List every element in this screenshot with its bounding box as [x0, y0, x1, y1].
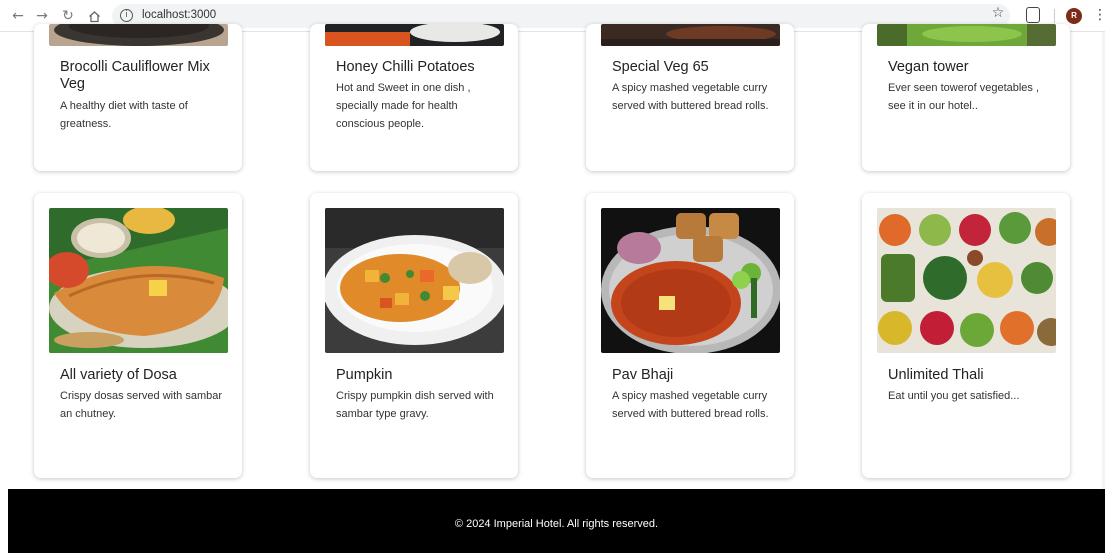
dish-image [601, 24, 780, 46]
bookmark-star-icon[interactable]: ☆ [988, 5, 1008, 25]
menu-card[interactable]: Pav Bhaji A spicy mashed vegetable curry… [586, 193, 794, 478]
site-info-icon[interactable]: i [120, 9, 133, 22]
dish-title: Pav Bhaji [612, 367, 674, 383]
dish-description: Crispy dosas served with sambar an chutn… [60, 390, 223, 420]
forward-icon[interactable]: → [32, 6, 52, 26]
dish-image [877, 208, 1056, 353]
dish-description: A spicy mashed vegetable curry served wi… [612, 390, 769, 420]
dish-description: A spicy mashed vegetable curry served wi… [612, 82, 769, 112]
dish-description: Crispy pumpkin dish served with sambar t… [336, 390, 494, 420]
menu-card[interactable]: Brocolli Cauliflower Mix Veg A healthy d… [34, 24, 242, 171]
menu-card[interactable]: Special Veg 65 A spicy mashed vegetable … [586, 24, 794, 171]
browser-menu-icon[interactable]: ⋮ [1093, 7, 1105, 23]
site-footer: © 2024 Imperial Hotel. All rights reserv… [8, 489, 1105, 553]
dish-title: Honey Chilli Potatoes [336, 59, 475, 75]
profile-avatar[interactable]: R [1066, 8, 1082, 24]
dish-image [325, 24, 504, 46]
dish-description: A healthy diet with taste of greatness. [60, 100, 188, 130]
dish-description: Eat until you get satisfied... [888, 390, 1020, 402]
dish-title: All variety of Dosa [60, 367, 177, 383]
dish-image [601, 208, 780, 353]
dish-title: Unlimited Thali [888, 367, 984, 383]
back-icon[interactable]: ← [8, 6, 28, 26]
url-text[interactable]: localhost:3000 [142, 9, 216, 21]
extensions-icon[interactable] [1026, 7, 1040, 23]
menu-card[interactable]: Honey Chilli Potatoes Hot and Sweet in o… [310, 24, 518, 171]
dish-image [49, 208, 228, 353]
menu-card[interactable]: Pumpkin Crispy pumpkin dish served with … [310, 193, 518, 478]
home-icon[interactable] [84, 6, 104, 26]
toolbar-divider [1054, 9, 1055, 23]
dish-image [49, 24, 228, 46]
dish-title: Vegan tower [888, 59, 969, 75]
reload-icon[interactable]: ↻ [58, 6, 78, 26]
menu-card[interactable]: All variety of Dosa Crispy dosas served … [34, 193, 242, 478]
dish-image [877, 24, 1056, 46]
dish-image [325, 208, 504, 353]
dish-description: Ever seen towerof vegetables , see it in… [888, 82, 1040, 112]
menu-card[interactable]: Unlimited Thali Eat until you get satisf… [862, 193, 1070, 478]
dish-title: Special Veg 65 [612, 59, 709, 75]
dish-title: Brocolli Cauliflower Mix Veg [60, 59, 210, 92]
menu-card[interactable]: Vegan tower Ever seen towerof vegetables… [862, 24, 1070, 171]
copyright-text: © 2024 Imperial Hotel. All rights reserv… [454, 518, 659, 530]
dish-description: Hot and Sweet in one dish , specially ma… [336, 82, 471, 130]
dish-title: Pumpkin [336, 367, 393, 383]
